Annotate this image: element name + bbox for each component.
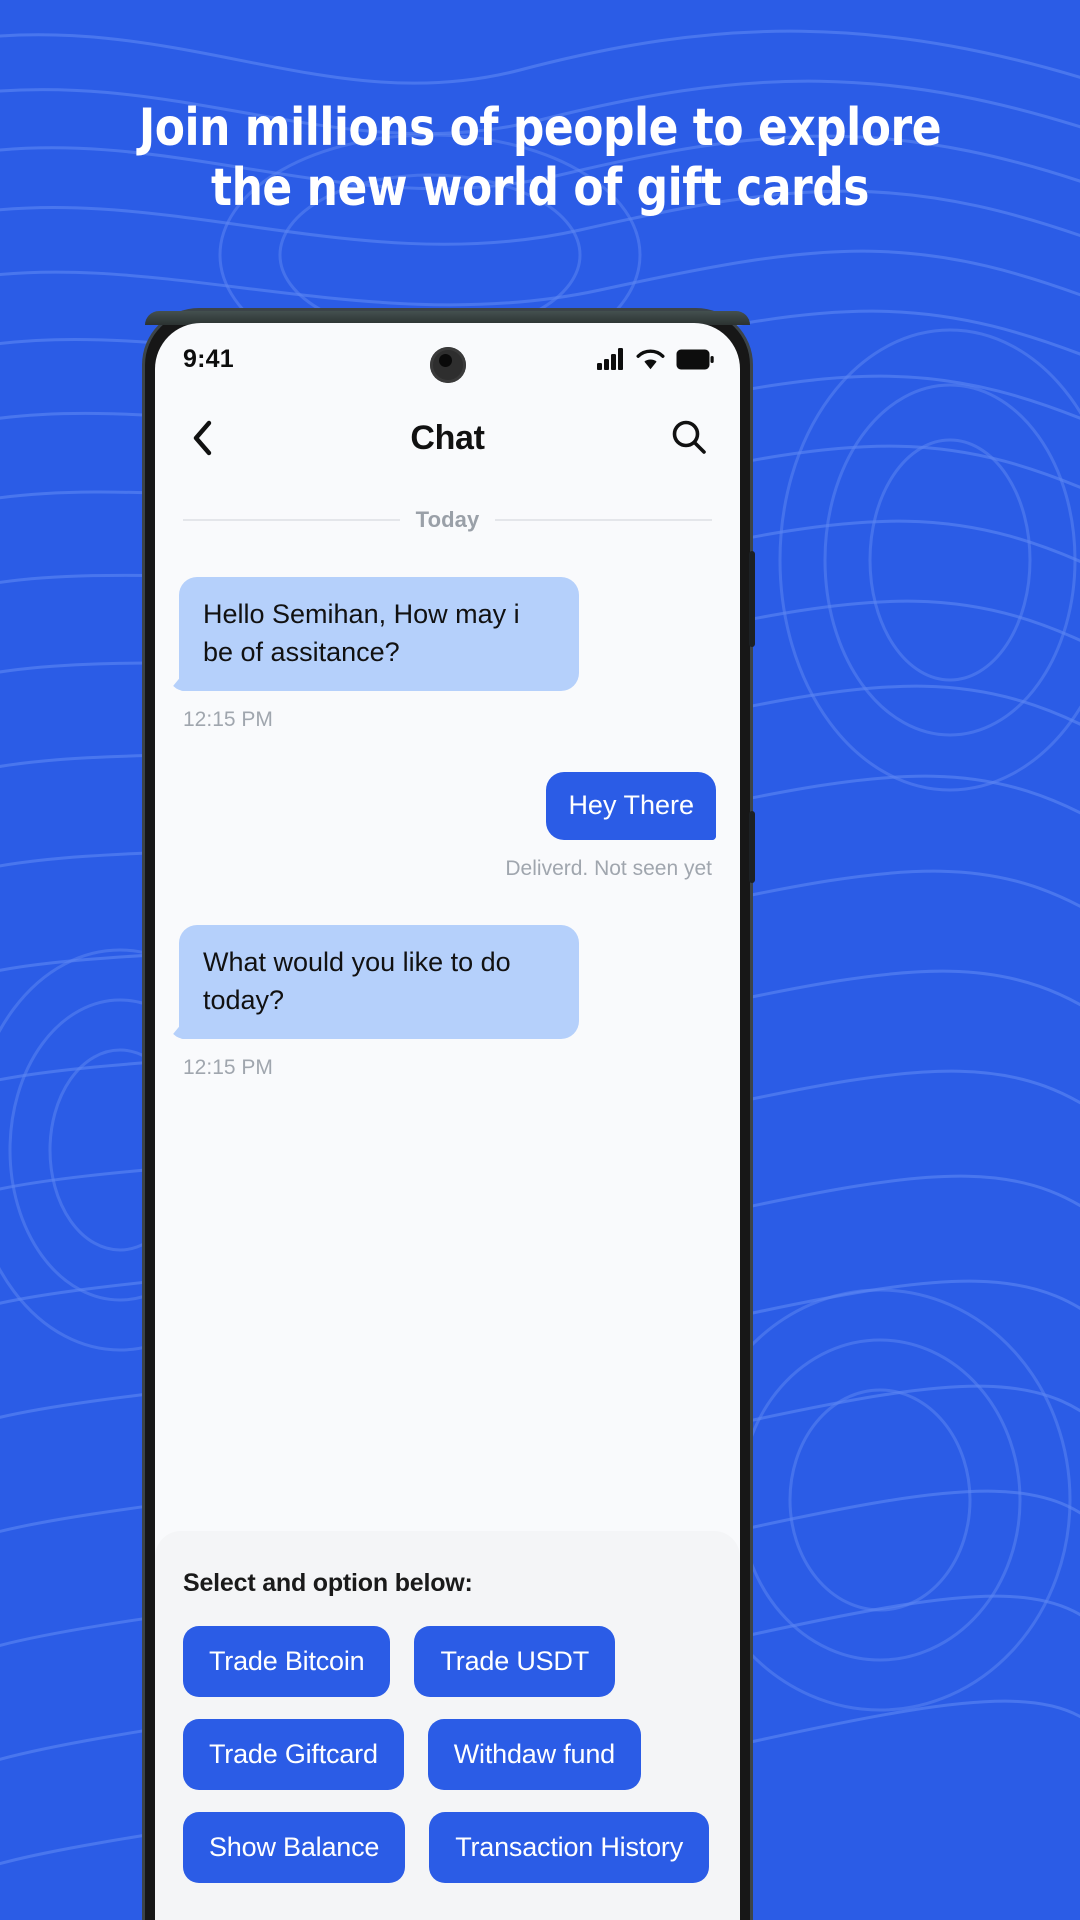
option-show-balance[interactable]: Show Balance	[183, 1812, 406, 1883]
message-row-incoming-1: Hello Semihan, How may i be of assitance…	[179, 533, 716, 732]
battery-icon	[676, 349, 714, 369]
headline-line-2: the new world of gift cards	[211, 158, 869, 218]
status-bar: 9:41	[155, 323, 740, 395]
message-timestamp: 12:15 PM	[183, 1056, 273, 1079]
option-trade-giftcard[interactable]: Trade Giftcard	[183, 1719, 404, 1790]
divider-line-left	[183, 519, 400, 521]
option-transaction-history[interactable]: Transaction History	[429, 1812, 709, 1883]
power-button[interactable]	[749, 551, 755, 647]
app-bar: Chat	[155, 395, 740, 481]
chat-transcript: Today Hello Semihan, How may i be of ass…	[155, 481, 740, 1236]
status-icons	[597, 348, 714, 370]
message-bubble-incoming: What would you like to do today?	[179, 925, 579, 1039]
page-title: Join millions of people to explore the n…	[32, 98, 1047, 218]
front-camera-punch-hole	[429, 347, 466, 383]
message-row-incoming-2: What would you like to do today? 12:15 P…	[179, 881, 716, 1080]
promo-page: Join millions of people to explore the n…	[0, 0, 1080, 1920]
option-withdraw-fund[interactable]: Withdaw fund	[427, 1719, 641, 1790]
message-row-outgoing-1: Hey There Deliverd. Not seen yet	[179, 732, 716, 881]
volume-button[interactable]	[749, 811, 755, 883]
status-time: 9:41	[183, 344, 234, 373]
panel-footer-spacer	[183, 1883, 712, 1920]
option-trade-usdt[interactable]: Trade USDT	[414, 1626, 616, 1697]
message-delivery-status: Deliverd. Not seen yet	[505, 857, 712, 880]
search-icon	[672, 420, 706, 454]
quick-options-panel: Select and option below: Trade Bitcoin T…	[155, 1531, 740, 1920]
quick-options-grid: Trade Bitcoin Trade USDT Trade Giftcard …	[183, 1626, 712, 1883]
message-timestamp: 12:15 PM	[183, 708, 273, 731]
quick-options-label: Select and option below:	[183, 1569, 473, 1597]
page-header-title: Chat	[410, 418, 485, 457]
day-divider-label: Today	[415, 507, 480, 532]
option-trade-bitcoin[interactable]: Trade Bitcoin	[183, 1626, 391, 1697]
divider-line-right	[495, 519, 712, 521]
day-divider: Today	[179, 481, 716, 533]
headline-line-1: Join millions of people to explore	[138, 98, 942, 158]
search-button[interactable]	[670, 418, 710, 458]
phone-mockup: 9:41 Chat Today Hello Semihan, How may i…	[145, 311, 755, 1920]
wifi-icon	[636, 349, 665, 370]
message-bubble-outgoing: Hey There	[546, 772, 716, 840]
cellular-signal-icon	[597, 348, 623, 370]
message-bubble-incoming: Hello Semihan, How may i be of assitance…	[179, 577, 579, 691]
